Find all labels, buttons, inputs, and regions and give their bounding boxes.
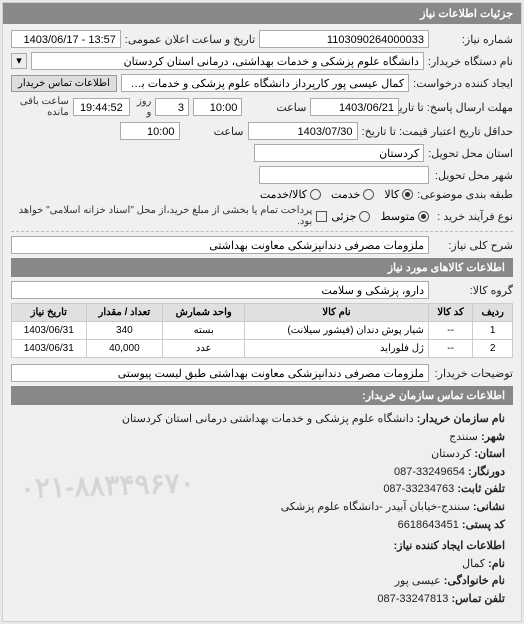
city-label: شهر محل تحویل: [433,169,513,182]
radio-medium[interactable] [418,211,429,222]
th-code: کد کالا [428,304,473,322]
th-name: نام کالا [245,304,429,322]
timer-label: ساعت باقی مانده [11,96,69,118]
contact-info: نام سازمان خریدار: دانشگاه علوم پزشکی و … [11,405,513,615]
group-field: دارو، پزشکی و سلامت [11,281,429,299]
radio-both[interactable] [310,189,321,200]
requester-field: کمال عیسی پور کارپرداز دانشگاه علوم پزشک… [121,74,409,92]
table-row[interactable]: 1 -- شیار پوش دندان (فیشور سیلانت) بسته … [12,322,513,340]
th-qty: تعداد / مقدار [86,304,163,322]
radio-both-label: کالا/خدمت [260,188,307,201]
radio-goods-label: کالا [384,188,399,201]
deadline-send-date: 1403/06/21 [310,98,399,116]
desc-field: ملزومات مصرفی دندانپزشکی معاونت بهداشتی [11,236,429,254]
desc-label: شرح کلی نیاز: [433,239,513,252]
buyer-org-label: نام دستگاه خریدار: [428,55,513,68]
valid-time-label: ساعت [184,125,244,138]
process-label: نوع فرآیند خرید : [433,210,513,223]
panel-title: جزئیات اطلاعات نیاز [3,3,521,24]
valid-label: حداقل تاریخ اعتبار قیمت: تا تاریخ: [362,125,513,138]
radio-medium-label: متوسط [380,210,415,223]
days-label: روز و [134,96,151,118]
valid-time: 10:00 [120,122,180,140]
countdown-timer: 19:44:52 [73,98,130,116]
th-date: تاریخ نیاز [12,304,87,322]
city-field [259,166,429,184]
requester-label: ایجاد کننده درخواست: [413,77,513,90]
need-no-label: شماره نیاز: [433,33,513,46]
valid-date: 1403/07/30 [248,122,358,140]
contact-button[interactable]: اطلاعات تماس خریدار [11,75,117,92]
pub-dt-field: 13:57 - 1403/06/17 [11,30,121,48]
buyer-note-label: توضیحات خریدار: [433,367,513,380]
tree-icon[interactable]: ▾ [11,53,27,69]
pkg-label: طبقه بندی موضوعی: [417,188,513,201]
deadline-send-time-label: ساعت [246,101,306,114]
buyer-note-field: ملزومات مصرفی دندانپزشکی معاونت بهداشتی … [11,364,429,382]
process-note: پرداخت تمام یا بخشی از مبلغ خرید،از محل … [11,205,312,227]
pub-dt-label: تاریخ و ساعت اعلان عمومی: [125,33,255,46]
radio-service-label: خدمت [331,188,360,201]
radio-goods[interactable] [402,189,413,200]
radio-service[interactable] [363,189,374,200]
deadline-send-time: 10:00 [193,98,242,116]
province-field: کردستان [254,144,424,162]
province-label: استان محل تحویل: [428,147,513,160]
items-section-title: اطلاعات کالاهای مورد نیاز [11,258,513,277]
divider [11,231,513,232]
th-unit: واحد شمارش [163,304,245,322]
radio-minor[interactable] [359,211,370,222]
group-label: گروه کالا: [433,284,513,297]
need-no-field: 1103090264000033 [259,30,429,48]
table-row[interactable]: 2 -- ژل فلوراید عدد 40,000 1403/06/31 [12,340,513,358]
radio-minor-label: جزئی [331,210,356,223]
buyer-org-field: دانشگاه علوم پزشکی و خدمات بهداشتی، درما… [31,52,424,70]
th-row: ردیف [473,304,513,322]
treasury-checkbox[interactable] [316,211,327,222]
days-remaining: 3 [155,98,189,116]
deadline-send-label: مهلت ارسال پاسخ: تا تاریخ: [403,101,513,114]
contact-section-title: اطلاعات تماس سازمان خریدار: [11,386,513,405]
items-table: ردیف کد کالا نام کالا واحد شمارش تعداد /… [11,303,513,358]
